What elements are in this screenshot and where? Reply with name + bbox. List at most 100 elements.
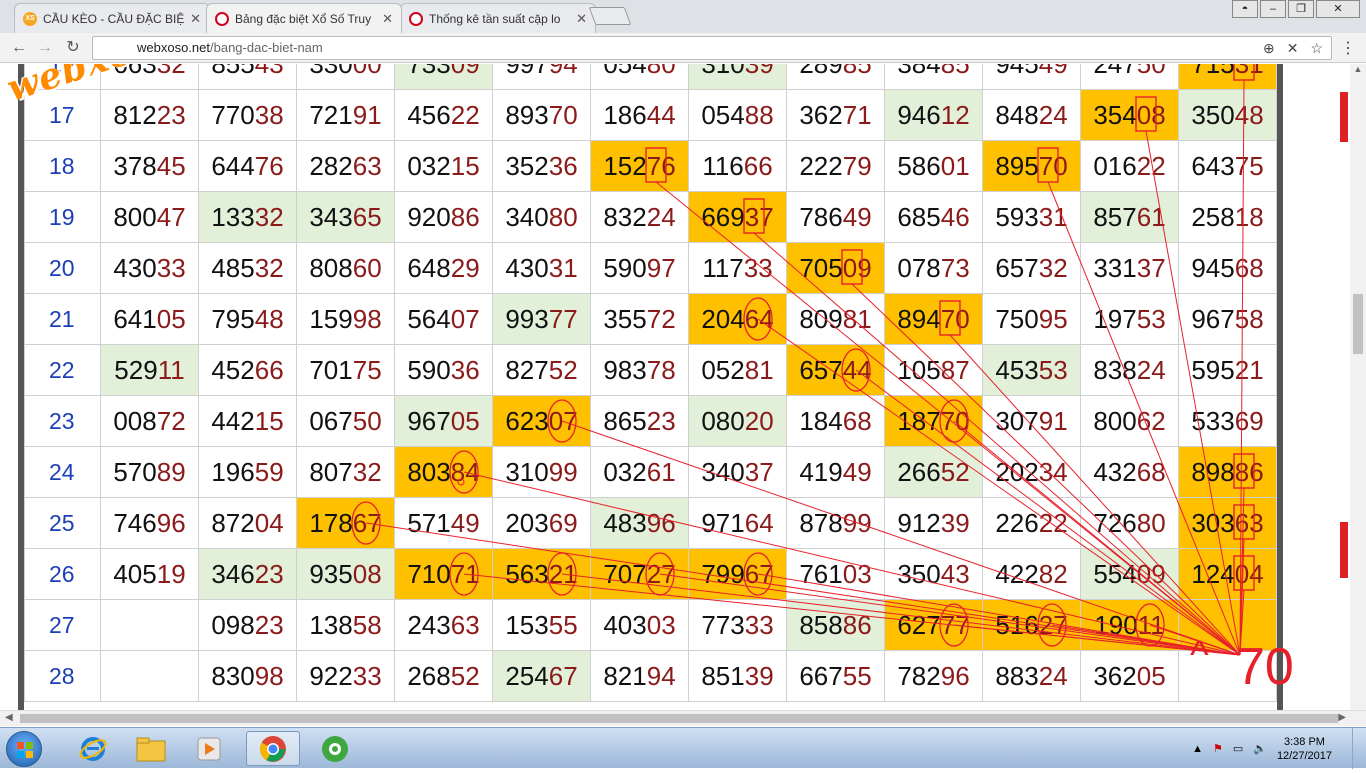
action-center-flag-icon[interactable]: ⚑ — [1213, 742, 1223, 755]
horizontal-scrollbar[interactable]: ◀ ▶ — [0, 710, 1366, 726]
prize-tail: 98 — [352, 303, 382, 334]
prize-head: 405 — [113, 558, 157, 589]
address-bar[interactable]: webxoso.net/bang-dac-biet-nam ⊕ ✕ ☆ — [92, 36, 1332, 60]
prize-head: 197 — [1093, 303, 1137, 334]
prize-head: 570 — [113, 456, 157, 487]
tab-cau-keo[interactable]: XS CẦU KÈO - CẦU ĐẶC BIỆ ✕ — [14, 3, 210, 33]
prize-head: 032 — [407, 150, 451, 181]
webxoso-favicon-icon — [215, 11, 229, 26]
scrollbar-thumb[interactable] — [20, 714, 1338, 723]
prize-cell: 34623 — [198, 548, 297, 600]
file-explorer-taskbar-button[interactable] — [124, 731, 178, 766]
back-arrow-icon[interactable]: ← — [8, 37, 30, 59]
prize-head: 623 — [505, 405, 549, 436]
table-row: 18 37845 64476 28263 03215 35236 15276 11666 222… — [24, 140, 1277, 192]
clock[interactable]: 3:38 PM 12/27/2017 — [1277, 735, 1332, 763]
prize-tail: 24 — [1038, 660, 1068, 691]
prize-tail: 89 — [156, 456, 186, 487]
prize-cell: 25818 — [1178, 191, 1277, 243]
prize-cell: 83224 — [590, 191, 689, 243]
clock-time: 3:38 PM — [1283, 735, 1325, 748]
prize-head: 967 — [1191, 303, 1235, 334]
scroll-up-icon[interactable]: ▲ — [1350, 64, 1366, 74]
prize-cell: 70175 — [296, 344, 395, 396]
prize-cell: 82194 — [590, 650, 689, 702]
prize-tail: 24 — [1136, 354, 1166, 385]
reload-icon[interactable]: ↻ — [62, 37, 84, 59]
vertical-scrollbar[interactable]: ▲ — [1350, 64, 1366, 710]
prize-cell: 31099 — [492, 446, 591, 498]
prize-cell: 59036 — [394, 344, 493, 396]
chrome-taskbar-button[interactable] — [246, 731, 300, 766]
prize-head: 054 — [603, 64, 646, 79]
prize-tail: 88 — [744, 99, 774, 130]
prize-head: 310 — [701, 64, 744, 79]
prize-cell: 78296 — [884, 650, 983, 702]
restore-icon[interactable]: ❐ — [1288, 0, 1314, 18]
tab-title: Bảng đặc biệt Xổ Số Truy — [235, 11, 372, 26]
network-icon[interactable]: ▭ — [1233, 742, 1243, 755]
prize-head: 355 — [603, 303, 647, 334]
start-button[interactable] — [6, 731, 42, 767]
scroll-right-icon[interactable]: ▶ — [1338, 712, 1346, 723]
prize-head: 196 — [211, 456, 255, 487]
prize-cell: 18644 — [590, 89, 689, 141]
prize-cell: 55409 — [1080, 548, 1179, 600]
prize-cell: 70727 — [590, 548, 689, 600]
scrollbar-thumb[interactable] — [1353, 294, 1363, 354]
close-icon[interactable]: ✕ — [576, 11, 587, 27]
prize-head: 701 — [309, 354, 353, 385]
prize-tail: 70 — [1038, 150, 1068, 181]
prize-tail: 37 — [744, 201, 774, 232]
prize-cell: 13332 — [198, 191, 297, 243]
prize-head: 667 — [799, 660, 843, 691]
prize-head: 485 — [211, 252, 255, 283]
media-player-taskbar-button[interactable] — [182, 731, 236, 766]
prize-cell: 62307 — [492, 395, 591, 447]
prize-tail: 77 — [940, 609, 970, 640]
forward-arrow-icon[interactable]: → — [34, 37, 56, 59]
prize-head: 967 — [407, 405, 451, 436]
prize-tail: 36 — [548, 150, 578, 181]
tab-thong-ke[interactable]: Thống kê tần suất cặp lo ✕ — [400, 3, 596, 33]
close-icon[interactable]: ✕ — [190, 11, 201, 27]
prize-cell: 43268 — [1080, 446, 1179, 498]
show-hidden-icons-icon[interactable]: ▲ — [1192, 743, 1203, 755]
minimize-icon[interactable]: – — [1260, 0, 1286, 18]
prize-cell: 28985 — [786, 64, 885, 90]
prize-head: 851 — [701, 660, 745, 691]
prize-cell: 22622 — [982, 497, 1081, 549]
prize-head: 303 — [1191, 507, 1235, 538]
translate-icon[interactable]: ✕ — [1287, 37, 1299, 59]
prize-head: 564 — [407, 303, 451, 334]
prize-tail: 09 — [1136, 558, 1166, 589]
zoom-icon[interactable]: ⊕ — [1263, 37, 1275, 59]
windows-taskbar: ▲ ⚑ ▭ 🔈 3:38 PM 12/27/2017 — [0, 727, 1366, 769]
close-window-icon[interactable]: ✕ — [1316, 0, 1360, 18]
prize-tail: 49 — [842, 456, 872, 487]
menu-icon[interactable]: ⋮ — [1340, 38, 1356, 58]
scroll-left-icon[interactable]: ◀ — [5, 712, 13, 723]
prize-head: 563 — [505, 558, 549, 589]
close-icon[interactable]: ✕ — [382, 11, 393, 27]
prize-cell: 98378 — [590, 344, 689, 396]
prize-cell: 25467 — [492, 650, 591, 702]
prize-head: 983 — [603, 354, 647, 385]
volume-icon[interactable]: 🔈 — [1253, 742, 1267, 755]
prize-tail: 86 — [1234, 456, 1264, 487]
new-tab-button[interactable] — [588, 7, 632, 25]
coc-coc-taskbar-button[interactable] — [308, 731, 362, 766]
prize-tail: 43 — [255, 64, 284, 79]
bookmark-star-icon[interactable]: ☆ — [1310, 37, 1323, 59]
prize-head: 971 — [701, 507, 745, 538]
user-icon[interactable]: ◓ — [1232, 0, 1258, 18]
prize-tail: 00 — [353, 64, 382, 79]
prize-cell: 05281 — [688, 344, 787, 396]
show-desktop-button[interactable] — [1352, 728, 1366, 769]
prize-head: 138 — [309, 609, 353, 640]
prize-tail: 82 — [1038, 558, 1068, 589]
tab-bang-dac-biet[interactable]: Bảng đặc biệt Xổ Số Truy ✕ — [206, 3, 402, 33]
internet-explorer-taskbar-button[interactable] — [66, 731, 120, 766]
prize-tail: 63 — [450, 609, 480, 640]
prize-cell: 89886 — [1178, 446, 1277, 498]
